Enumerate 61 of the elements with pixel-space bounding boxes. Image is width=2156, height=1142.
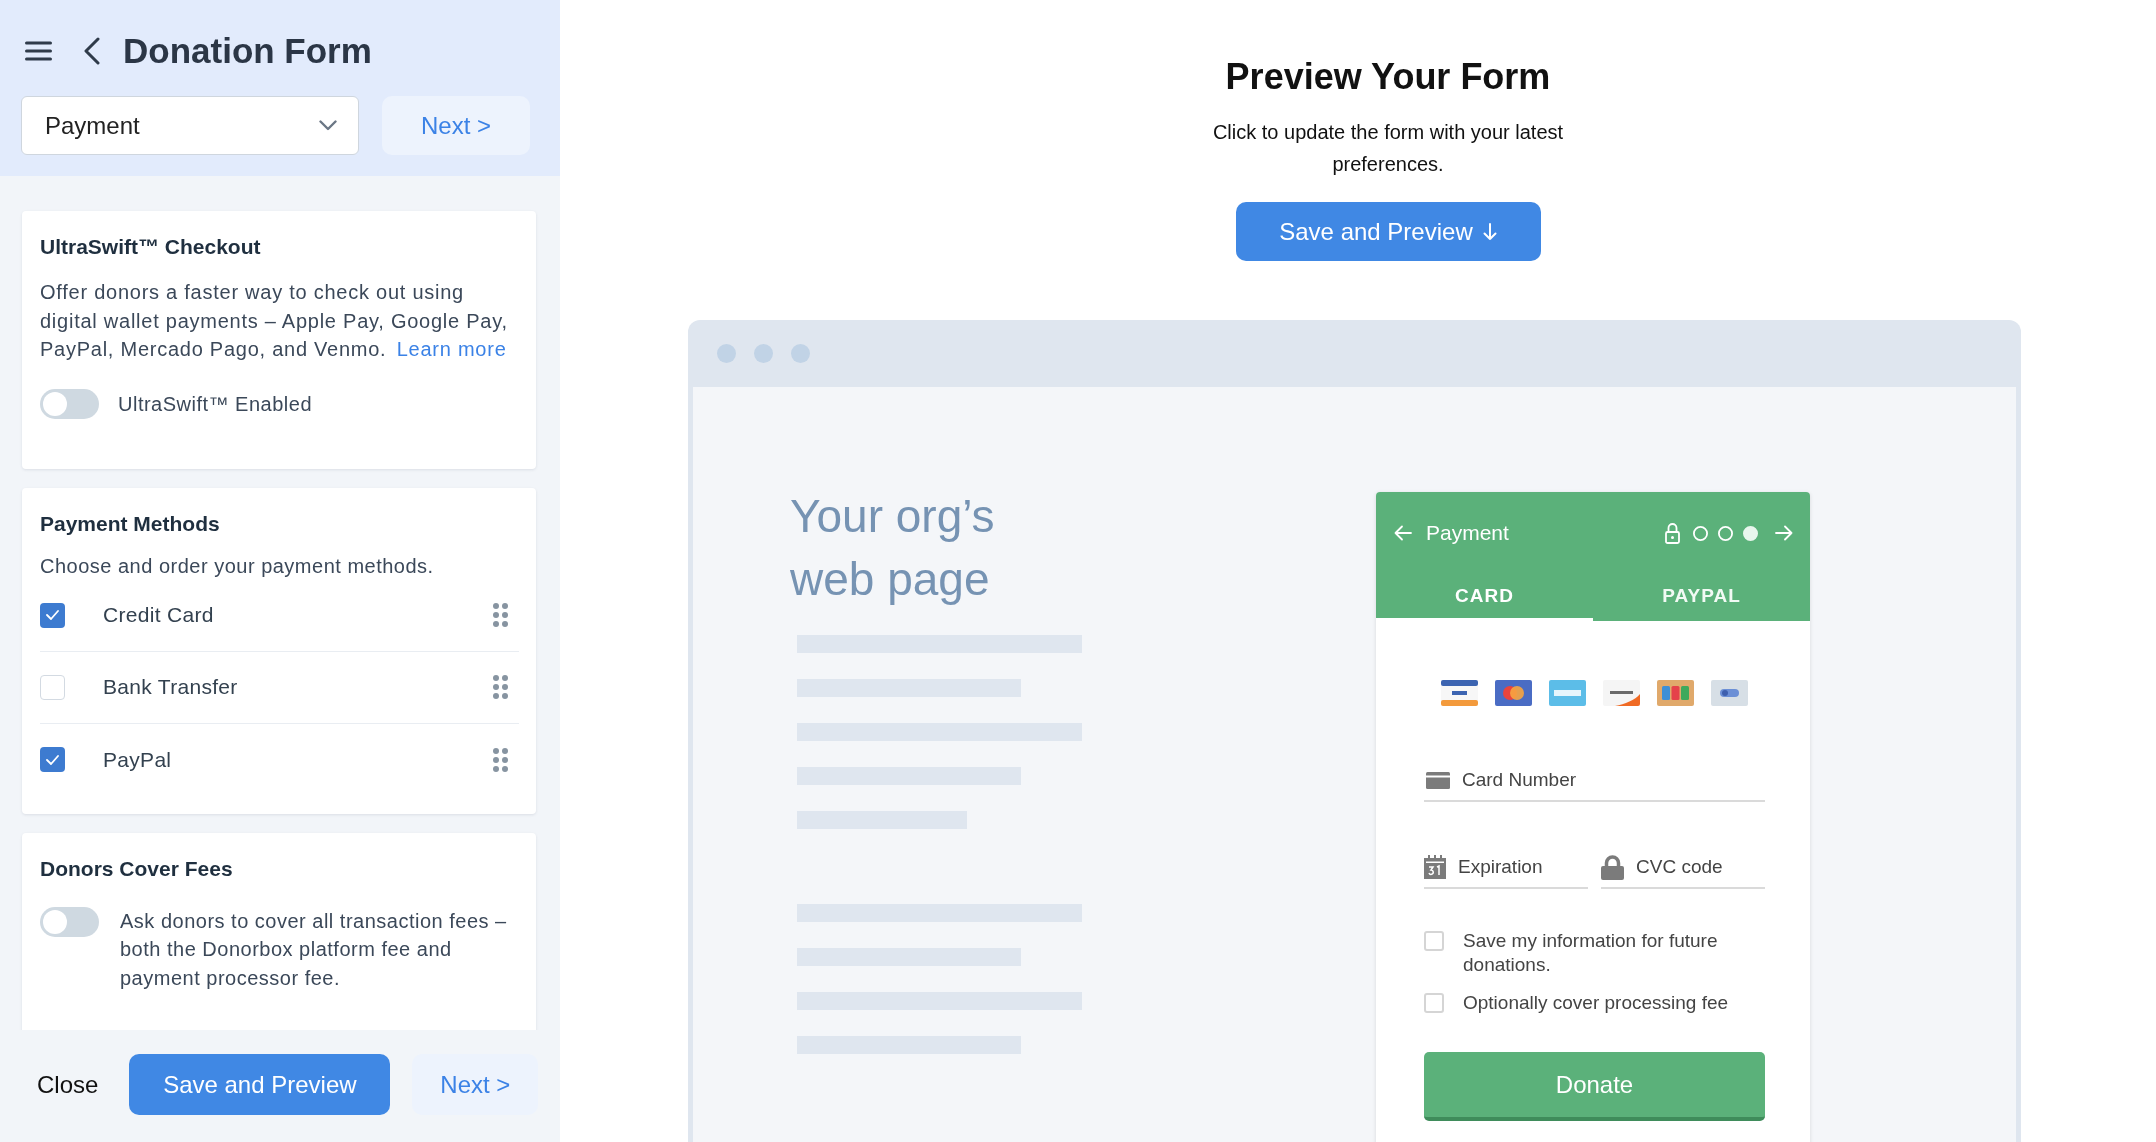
section-title: UltraSwift™ Checkout — [40, 234, 262, 260]
widget-title: Payment — [1426, 520, 1510, 547]
card-brand-icon — [1657, 680, 1694, 706]
page-heading: Your org’s web page — [790, 489, 996, 607]
arrow-right-icon[interactable] — [1775, 525, 1793, 541]
window-dot-icon — [754, 344, 773, 363]
preview-title: Preview Your Form — [1225, 55, 1551, 99]
drag-handle-icon[interactable] — [493, 603, 508, 627]
toggle-switch[interactable] — [40, 388, 99, 419]
save-preview-button[interactable]: Save and Preview — [1235, 202, 1541, 261]
card-brand-icon — [1603, 680, 1640, 706]
payment-method-label: Bank Transfer — [103, 674, 239, 701]
card-brand-icon — [1711, 680, 1748, 706]
payment-method-label: PayPal — [103, 746, 173, 773]
option-label: Save my information for future donations. — [1463, 929, 1719, 977]
menu-icon[interactable] — [25, 41, 52, 61]
chevron-left-icon[interactable] — [83, 37, 100, 65]
checkbox[interactable] — [1424, 931, 1444, 951]
tab[interactable]: PAYPAL — [1593, 574, 1810, 621]
lock-icon — [1665, 522, 1680, 544]
page-title: Donation Form — [123, 30, 372, 72]
section-title: Donors Cover Fees — [40, 855, 234, 882]
chevron-down-icon — [319, 120, 337, 131]
checkbox[interactable] — [40, 747, 65, 772]
checkmark-icon — [46, 610, 59, 620]
lock-icon — [1601, 854, 1624, 880]
section-description: Offer donors a faster way to check out using digital wallet payments – Apple Pay, Google Pay, PayPal, Mercado Pago, and Venmo. Learn more — [40, 280, 509, 362]
donate-button[interactable]: Donate — [1424, 1052, 1765, 1121]
input-field[interactable]: CVC code — [1636, 852, 1765, 882]
payment-method-label: Credit Card — [103, 602, 215, 629]
tab[interactable]: CARD — [1376, 574, 1593, 621]
drag-handle-icon[interactable] — [493, 747, 508, 772]
card-brand-icon — [1441, 680, 1478, 706]
drag-handle-icon[interactable] — [493, 675, 508, 699]
calendar-icon — [1424, 855, 1446, 879]
card-brand-icon — [1495, 680, 1532, 706]
card-brand-icon — [1549, 680, 1586, 706]
input-field[interactable]: Expiration — [1458, 852, 1588, 882]
input-field[interactable]: Card Number — [1462, 765, 1765, 795]
checkbox[interactable] — [40, 674, 65, 700]
window-dot-icon — [791, 344, 810, 363]
arrow-down-icon — [1482, 222, 1497, 241]
credit-card-icon — [1426, 771, 1450, 789]
checkbox[interactable] — [1424, 993, 1444, 1013]
toggle-label: UltraSwift™ Enabled — [118, 391, 313, 417]
checkmark-icon — [46, 754, 59, 765]
save-preview-button[interactable]: Save and Preview — [129, 1054, 391, 1115]
toggle-switch[interactable] — [40, 906, 99, 937]
preview-subtitle: Click to update the form with your latest preferences. — [1211, 120, 1565, 177]
close-button[interactable]: Close — [37, 1066, 99, 1103]
window-dot-icon — [717, 344, 736, 363]
next-button[interactable]: Next > — [412, 1054, 539, 1115]
option-label: Optionally cover processing fee — [1463, 991, 1730, 1015]
toggle-label: Ask donors to cover all transaction fees – both the Donorbox platform fee and payment processor fee. — [120, 908, 508, 991]
learn-more-link[interactable]: Learn more — [396, 338, 507, 360]
section-title: Payment Methods — [40, 510, 221, 537]
checkbox[interactable] — [40, 602, 65, 628]
arrow-left-icon[interactable] — [1394, 525, 1412, 541]
step-dropdown[interactable]: Payment — [21, 96, 359, 155]
next-button[interactable]: Next > — [382, 96, 530, 155]
section-description: Choose and order your payment methods. — [40, 553, 435, 579]
